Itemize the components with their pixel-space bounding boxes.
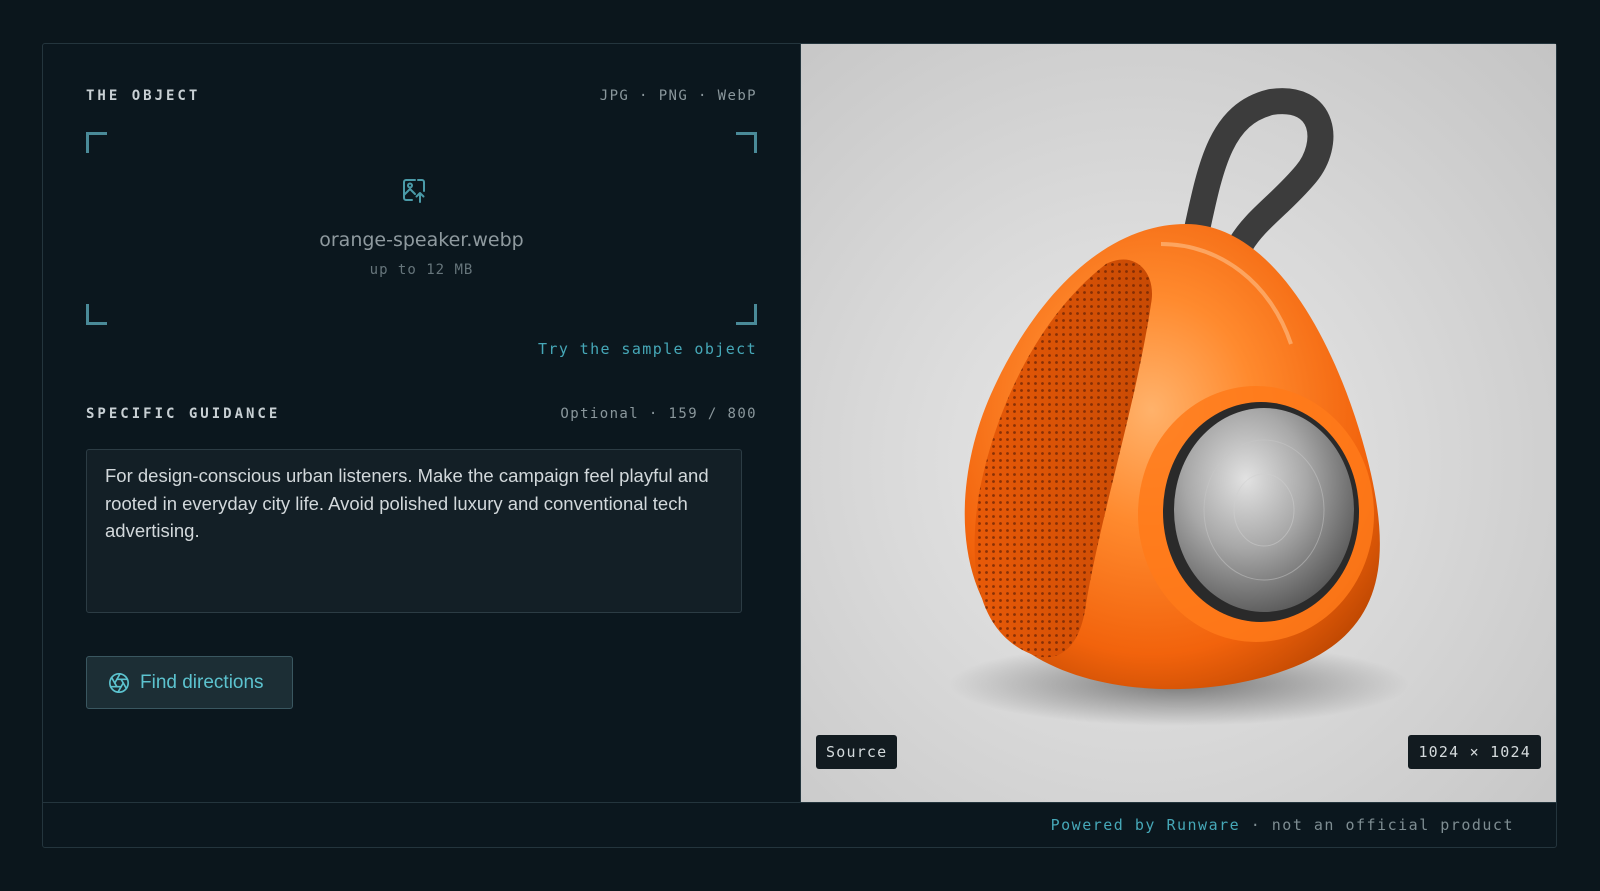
footer-credit: Powered by Runware · not an official pro… [1051,816,1514,834]
source-preview: Source 1024 × 1024 [801,44,1556,802]
dropzone-corner-bottom-right [736,304,757,325]
sample-object-link[interactable]: Try the sample object [538,340,757,358]
file-size-hint: up to 12 MB [369,262,474,278]
input-panel: THE OBJECT JPG · PNG · WebP orange-speak… [43,44,801,802]
powered-by-link[interactable]: Powered by Runware [1051,816,1241,834]
aperture-icon [109,672,129,693]
guidance-section-title: SPECIFIC GUIDANCE [86,406,281,422]
guidance-textarea[interactable]: For design-conscious urban listeners. Ma… [86,449,742,613]
dropzone-corner-top-right [736,132,757,153]
dropzone-corner-top-left [86,132,107,153]
image-upload-icon [403,179,425,203]
find-directions-label: Find directions [140,671,264,693]
find-directions-button[interactable]: Find directions [86,656,293,709]
object-section-title: THE OBJECT [86,88,201,104]
footer: Powered by Runware · not an official pro… [43,802,1556,847]
dimensions-badge: 1024 × 1024 [1408,735,1541,769]
footer-disclaimer: · not an official product [1240,816,1514,834]
accepted-formats: JPG · PNG · WebP [599,88,757,104]
product-image [949,88,1409,726]
dropzone-corner-bottom-left [86,304,107,325]
app-frame: THE OBJECT JPG · PNG · WebP orange-speak… [42,43,1557,848]
uploaded-file-name: orange-speaker.webp [319,229,524,251]
source-badge: Source [816,735,898,769]
guidance-char-counter: Optional · 159 / 800 [560,406,757,422]
